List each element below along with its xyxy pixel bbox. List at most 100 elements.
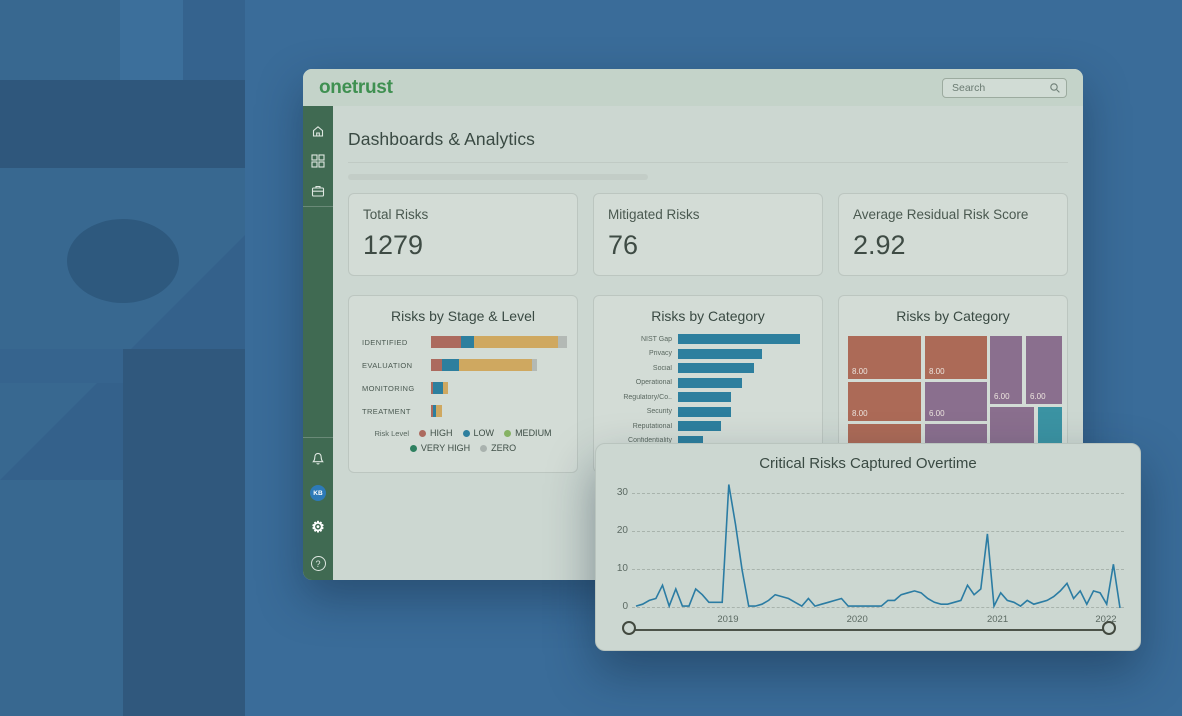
treemap-tile-value: 6.00 — [925, 409, 945, 421]
onetrust-logo: onetrust — [303, 77, 393, 99]
category-row-label: Privacy — [594, 350, 678, 357]
legend-item: ZERO — [480, 443, 516, 453]
critical-risks-popup: Critical Risks Captured Overtime 0102030… — [595, 443, 1141, 651]
y-axis-tick: 20 — [604, 525, 628, 536]
stage-row-label: EVALUATION — [362, 361, 431, 370]
bar-segment-low — [461, 336, 474, 348]
sidebar-avatar[interactable]: KB — [303, 485, 333, 501]
stat-label: Total Risks — [363, 207, 563, 222]
treemap-tile-value: 6.00 — [990, 392, 1010, 404]
category-bar — [678, 392, 731, 402]
sidebar-item-notifications[interactable] — [303, 452, 333, 466]
stage-row: IDENTIFIED — [362, 336, 577, 348]
category-row-label: Social — [594, 365, 678, 372]
search-icon — [1049, 82, 1061, 94]
bg-ellipse — [67, 219, 179, 303]
legend-label: HIGH — [430, 428, 453, 438]
bar-segment-medium — [443, 382, 448, 394]
category-row-label: Security — [594, 408, 678, 415]
range-slider-handle-left[interactable] — [622, 621, 636, 635]
stage-row: TREATMENT — [362, 405, 577, 417]
bg-band — [0, 349, 123, 383]
line-chart-plot: 0102030 — [632, 484, 1124, 610]
stage-row-bars — [431, 405, 442, 417]
treemap-tile: 6.00 — [925, 382, 987, 421]
category-row-label: Regulatory/Co.. — [594, 394, 678, 401]
stat-cards-row: Total Risks 1279 Mitigated Risks 76 Aver… — [348, 193, 1068, 276]
sidebar-item-home[interactable] — [303, 124, 333, 138]
x-axis-label: 2021 — [978, 614, 1018, 625]
stage-row-bars — [431, 336, 567, 348]
category-row-label: NIST Gap — [594, 336, 678, 343]
treemap-tile: 8.00 — [848, 382, 921, 421]
legend-item: HIGH — [419, 428, 453, 438]
treemap-tile-value: 8.00 — [925, 367, 945, 379]
category-bar — [678, 421, 721, 431]
chart-title: Risks by Stage & Level — [349, 308, 577, 324]
bar-segment-zero — [532, 359, 537, 371]
treemap-tile: 8.00 — [925, 336, 987, 379]
stage-legend: Risk LevelHIGHLOWMEDIUMVERY HIGHZERO — [368, 428, 558, 453]
category-bar — [678, 378, 742, 388]
legend-dot — [410, 445, 417, 452]
range-slider-handle-right[interactable] — [1102, 621, 1116, 635]
chart-title: Risks by Category — [839, 308, 1067, 324]
legend-label: VERY HIGH — [421, 443, 470, 453]
legend-dot — [463, 430, 470, 437]
stage-row-label: IDENTIFIED — [362, 338, 431, 347]
gear-icon: ⚙ — [311, 520, 324, 535]
avatar: KB — [310, 485, 326, 501]
legend-dot — [480, 445, 487, 452]
category-row: Privacy — [594, 349, 822, 359]
home-icon — [311, 124, 325, 138]
sidebar-item-settings[interactable]: ⚙ — [303, 520, 333, 535]
category-bar-chart: NIST Gap Privacy Social Operational Regulato… — [594, 334, 822, 446]
chart-card-stage-level: Risks by Stage & Level IDENTIFIED EVALUAT… — [348, 295, 578, 473]
legend-item: LOW — [463, 428, 495, 438]
sidebar-item-projects[interactable] — [303, 184, 333, 198]
bell-icon — [311, 452, 325, 466]
legend-dot — [419, 430, 426, 437]
loading-bar — [348, 174, 648, 180]
category-bar — [678, 349, 762, 359]
legend-dot — [504, 430, 511, 437]
title-divider — [348, 162, 1068, 163]
line-series — [632, 484, 1124, 610]
category-row: NIST Gap — [594, 334, 822, 344]
briefcase-icon — [311, 184, 325, 198]
treemap-tile: 6.00 — [1026, 336, 1062, 404]
category-row-label: Reputational — [594, 423, 678, 430]
stage-row-bars — [431, 359, 537, 371]
page-title: Dashboards & Analytics — [348, 129, 1068, 150]
help-icon: ? — [311, 556, 326, 571]
sidebar-item-help[interactable]: ? — [303, 556, 333, 571]
bar-segment-low — [433, 382, 443, 394]
stage-row: EVALUATION — [362, 359, 577, 371]
stat-label: Average Residual Risk Score — [853, 207, 1053, 222]
x-axis-label: 2020 — [837, 614, 877, 625]
x-axis-label: 2019 — [708, 614, 748, 625]
category-row: Operational — [594, 378, 822, 388]
category-row-label: Operational — [594, 379, 678, 386]
grid-icon — [311, 154, 325, 168]
treemap-tile: 8.00 — [848, 336, 921, 379]
treemap-tile-value: 6.00 — [1026, 392, 1046, 404]
stat-card-mitigated-risks: Mitigated Risks 76 — [593, 193, 823, 276]
category-row: Reputational — [594, 421, 822, 431]
bar-segment-zero — [558, 336, 567, 348]
chart-title: Risks by Category — [594, 308, 822, 324]
stat-value: 2.92 — [853, 230, 1053, 261]
y-axis-tick: 0 — [604, 601, 628, 612]
bar-segment-high — [431, 336, 461, 348]
treemap-tile: 6.00 — [990, 336, 1022, 404]
stage-row: MONITORING — [362, 382, 577, 394]
category-bar — [678, 334, 800, 344]
sidebar-item-dashboards[interactable] — [303, 154, 333, 168]
bar-segment-low — [442, 359, 459, 371]
bar-segment-high — [431, 359, 442, 371]
bar-segment-medium — [474, 336, 558, 348]
treemap-tile-value: 8.00 — [848, 409, 868, 421]
legend-item: VERY HIGH — [410, 443, 470, 453]
y-axis-tick: 30 — [604, 487, 628, 498]
category-row: Regulatory/Co.. — [594, 392, 822, 402]
